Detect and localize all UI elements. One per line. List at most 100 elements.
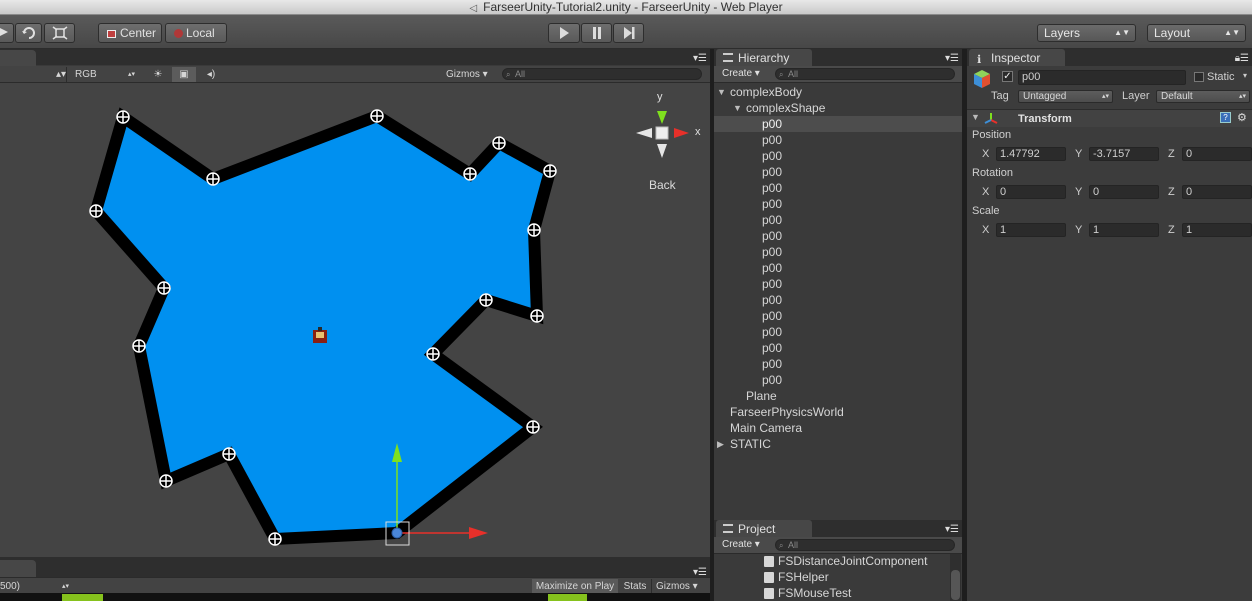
rotation-y-field[interactable]: 0	[1089, 185, 1159, 199]
layout-dropdown[interactable]: Layout ▲▼	[1147, 24, 1246, 42]
list-item[interactable]: p00	[714, 372, 962, 388]
list-item[interactable]: p00	[714, 260, 962, 276]
tab-game[interactable]	[0, 560, 36, 577]
scale-z-field[interactable]: 1	[1182, 223, 1252, 237]
project-scrollbar[interactable]	[950, 554, 961, 601]
scene-view[interactable]: y x Back	[0, 83, 710, 557]
list-item[interactable]: p00	[714, 292, 962, 308]
active-checkbox[interactable]: ✓	[1002, 71, 1013, 82]
list-item[interactable]: Plane	[714, 388, 962, 404]
pivot-center-label: Center	[120, 26, 157, 40]
gizmo-view-label[interactable]: Back	[649, 178, 676, 192]
list-item[interactable]: p00	[714, 196, 962, 212]
hierarchy-tab-bar: Hierarchy ▾☰	[714, 49, 962, 66]
scene-search-input[interactable]: ⌕ All	[502, 68, 702, 80]
list-item[interactable]: p00	[714, 244, 962, 260]
tag-dropdown[interactable]: Untagged ▴▾	[1018, 90, 1113, 103]
hierarchy-search-input[interactable]: ⌕ All	[775, 68, 955, 80]
static-checkbox[interactable]	[1194, 72, 1204, 82]
render-mode-dropdown[interactable]: RGB ▴▾	[66, 67, 138, 82]
move-tool-button[interactable]	[0, 23, 14, 43]
component-settings-gear-icon[interactable]: ⚙	[1237, 111, 1247, 124]
scale-label: Scale	[972, 205, 1000, 217]
list-item[interactable]: p00	[714, 356, 962, 372]
list-item-label: p00	[762, 373, 783, 387]
panel-menu-icon[interactable]: ▾☰	[693, 53, 707, 64]
pivot-local-button[interactable]: Local	[165, 23, 227, 43]
game-gizmos-dropdown[interactable]: Gizmos ▾	[651, 579, 705, 594]
list-item[interactable]: p00	[714, 228, 962, 244]
audio-toggle-icon[interactable]: ◂)	[203, 67, 219, 82]
search-icon: ⌕	[779, 70, 784, 79]
step-button[interactable]	[613, 23, 644, 43]
object-name-field[interactable]: p00	[1018, 70, 1186, 85]
list-item[interactable]: ▶ STATIC	[714, 436, 962, 452]
scene-gizmos-label: Gizmos	[446, 69, 480, 80]
tab-hierarchy[interactable]: Hierarchy	[716, 49, 812, 66]
tab-scene[interactable]	[0, 50, 36, 66]
hierarchy-create-button[interactable]: Create ▾	[722, 68, 760, 79]
stats-toggle[interactable]: Stats	[622, 579, 648, 594]
list-item[interactable]: FarseerPhysicsWorld	[714, 404, 962, 420]
project-search-input[interactable]: ⌕ All	[775, 539, 955, 551]
collapse-arrow-icon[interactable]: ▼	[971, 112, 980, 122]
scale-tool-button[interactable]	[44, 23, 75, 43]
maximize-on-play-toggle[interactable]: Maximize on Play	[532, 579, 618, 594]
list-item[interactable]: p00	[714, 148, 962, 164]
pivot-center-button[interactable]: Center	[98, 23, 162, 43]
list-item[interactable]: p00	[714, 212, 962, 228]
list-item[interactable]: ▼ complexShape	[714, 100, 962, 116]
panel-menu-icon[interactable]: ▾☰	[945, 53, 959, 64]
expand-arrow-icon[interactable]: ▶	[717, 436, 724, 452]
list-item[interactable]: p00	[714, 164, 962, 180]
list-item[interactable]: p00	[714, 340, 962, 356]
list-item[interactable]: p00	[714, 324, 962, 340]
vertex-handle	[89, 204, 103, 218]
game-view-block	[62, 594, 103, 601]
lighting-toggle-icon[interactable]: ☀	[150, 67, 166, 82]
tab-project[interactable]: Project	[716, 520, 812, 537]
list-item[interactable]: ▼ complexBody	[714, 84, 962, 100]
position-y-field[interactable]: -3.7157	[1089, 147, 1159, 161]
list-item[interactable]: p00	[714, 180, 962, 196]
scale-y-field[interactable]: 1	[1089, 223, 1159, 237]
position-z-field[interactable]: 0	[1182, 147, 1252, 161]
game-view[interactable]	[0, 593, 710, 601]
expand-arrow-icon[interactable]: ▼	[733, 100, 742, 116]
pause-button[interactable]	[581, 23, 612, 43]
list-item[interactable]: p00	[714, 116, 962, 132]
transform-axes-icon	[984, 113, 998, 124]
transform-section-header[interactable]: ▼ Transform ? ⚙	[967, 109, 1252, 127]
rotation-z-field[interactable]: 0	[1182, 185, 1252, 199]
panel-menu-icon[interactable]: ▾☰	[945, 524, 959, 535]
list-item[interactable]: p00	[714, 132, 962, 148]
list-item[interactable]: Main Camera	[714, 420, 962, 436]
layer-dropdown[interactable]: Default ▴▾	[1156, 90, 1250, 103]
move-icon	[0, 28, 8, 36]
help-book-icon[interactable]: ?	[1220, 112, 1231, 123]
scene-gizmos-dropdown[interactable]: Gizmos ▾	[446, 67, 488, 82]
layers-dropdown[interactable]: Layers ▲▼	[1037, 24, 1136, 42]
lock-icon[interactable]: 🔒︎☰	[1235, 53, 1249, 64]
expand-arrow-icon[interactable]: ▼	[717, 84, 726, 100]
hierarchy-toolbar: Create ▾ ⌕ All	[714, 66, 962, 83]
aspect-dropdown[interactable]: 500) ▴▾	[0, 579, 72, 594]
scene-image-toggle-icon[interactable]: ▣	[172, 67, 196, 82]
rotate-tool-button[interactable]	[15, 23, 42, 43]
tab-inspector[interactable]: ℹ Inspector	[969, 49, 1065, 66]
list-item-label: p00	[762, 117, 783, 131]
draw-mode-dropdown-caret[interactable]: ▴▾	[56, 67, 66, 82]
list-item[interactable]: p00	[714, 308, 962, 324]
tag-label: Tag	[991, 90, 1009, 102]
scrollbar-thumb[interactable]	[951, 570, 960, 600]
position-x-field[interactable]: 1.47792	[996, 147, 1066, 161]
scale-x-field[interactable]: 1	[996, 223, 1066, 237]
list-item[interactable]: p00	[714, 276, 962, 292]
rotation-z-value: 0	[1186, 186, 1193, 198]
vertex-handle	[116, 110, 130, 124]
static-dropdown-caret-icon[interactable]: ▾	[1243, 71, 1247, 80]
play-button[interactable]	[548, 23, 580, 43]
project-create-button[interactable]: Create ▾	[722, 539, 760, 550]
scene-search-placeholder: All	[515, 69, 526, 79]
rotation-x-field[interactable]: 0	[996, 185, 1066, 199]
